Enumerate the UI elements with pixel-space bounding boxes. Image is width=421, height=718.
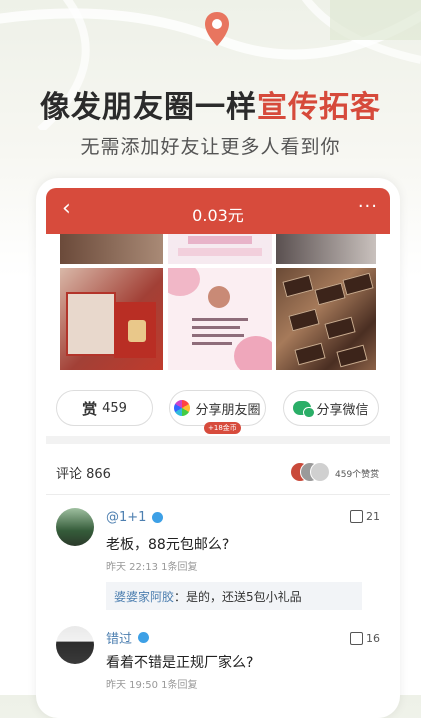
share-wechat-button[interactable]: 分享微信 [283,390,379,426]
comment-text: 看着不错是正规厂家么? [106,655,254,671]
reply-text: 是的，还送5包小礼品 [186,589,302,604]
share-moments-button[interactable]: 分享朋友圈 [169,390,266,426]
comment-username-text: 错过 [106,632,133,647]
photo-detail [192,318,248,321]
verified-badge-icon [138,632,150,643]
reward-button[interactable]: 赏 459 [56,390,153,426]
photo-detail [324,316,356,340]
photo-detail [188,236,252,244]
photo-detail [178,248,262,256]
avatar[interactable] [56,626,94,664]
photo-detail [192,326,240,329]
comment-text: 老板，88元包邮么? [106,537,230,553]
post-photo[interactable] [276,268,376,370]
photo-detail [342,272,374,296]
avatar[interactable] [56,508,94,546]
post-photo[interactable] [60,234,163,264]
photo-detail [128,320,146,342]
like-button[interactable]: 21 [350,510,380,523]
photo-detail [234,336,272,370]
comment-count: 评论 866 [56,467,111,482]
photo-detail [314,282,346,306]
comment-meta[interactable]: 昨天 22:13 1条回复 [106,558,198,573]
moments-icon [174,400,191,416]
headline-highlight: 宣传拓客 [257,90,381,125]
post-photo[interactable] [276,234,376,264]
photo-detail [288,308,320,332]
divider [46,494,390,495]
wechat-icon [293,401,316,418]
section-divider [46,436,390,444]
top-bar: ‹ 0.03元 ··· [46,188,390,234]
post-photo[interactable] [60,268,163,370]
location-pin-icon [205,12,229,46]
page-title: 0.03元 [192,206,244,225]
photo-detail [294,342,326,366]
comment-username[interactable]: @1+1 [106,510,164,525]
like-count: 16 [366,632,380,645]
photo-detail [282,274,314,298]
like-count: 21 [366,510,380,523]
photo-detail [336,344,368,368]
photo-detail [168,268,200,296]
photo-detail [66,292,116,356]
liker-avatars[interactable] [290,462,330,482]
headline-main: 像发朋友圈一样 [40,90,257,125]
reply-colon: ： [174,589,187,604]
likers-count[interactable]: 459个赞赏 [335,467,379,480]
avatar [310,462,330,482]
photo-detail [208,286,230,308]
post-photo[interactable] [168,268,272,370]
reply-author: 婆婆家阿胶 [114,589,175,604]
thumb-up-icon [350,510,363,523]
headline: 像发朋友圈一样宣传拓客 [0,82,421,126]
reply-box[interactable]: 婆婆家阿胶：是的，还送5包小礼品 [106,582,362,610]
coin-reward-badge: +18金币 [204,422,241,434]
post-photo[interactable] [168,234,272,264]
reward-icon: 赏 [82,399,98,418]
like-button[interactable]: 16 [350,632,380,645]
share-wechat-label: 分享微信 [316,402,369,418]
more-dots-icon[interactable]: ··· [358,196,378,217]
verified-badge-icon [152,512,164,523]
photo-detail [192,334,244,337]
comment-username[interactable]: 错过 [106,628,150,647]
phone-mockup: ‹ 0.03元 ··· 赏 459 分享朋友圈 +18金币 分享微信 评论 86… [36,178,400,718]
reward-count: 459 [102,400,127,416]
thumb-up-icon [350,632,363,645]
share-moments-label: 分享朋友圈 [195,402,261,418]
photo-detail [192,342,232,345]
comment-meta[interactable]: 昨天 19:50 1条回复 [106,676,198,691]
comment-username-text: @1+1 [106,510,147,525]
subline: 无需添加好友让更多人看到你 [80,136,341,158]
